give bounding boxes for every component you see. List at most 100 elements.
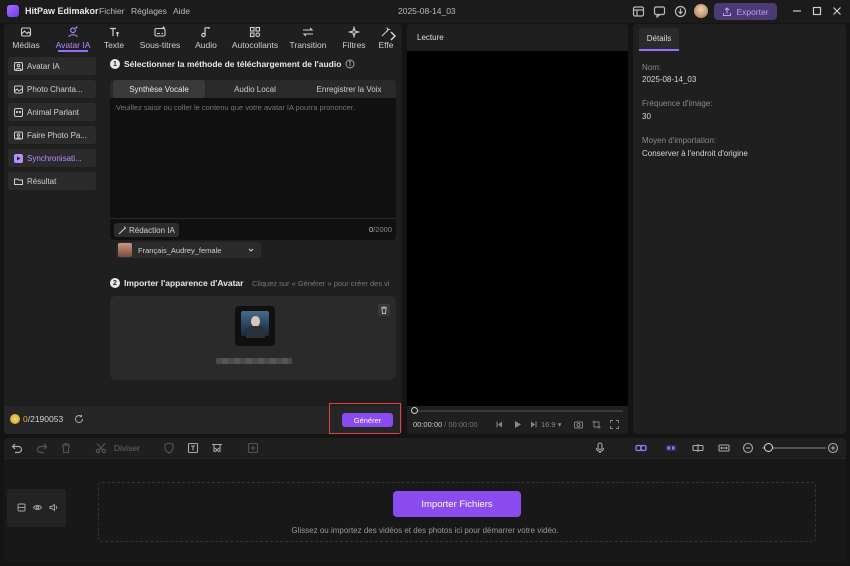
split-track-icon[interactable] (692, 442, 704, 454)
tab-medias[interactable]: Médias (9, 26, 43, 52)
import-files-button[interactable]: Importer Fichiers (393, 491, 521, 517)
text-box-icon[interactable] (187, 442, 199, 454)
import-mode-label: Moyen d'importation: (642, 136, 717, 145)
sidebar-item-animal-parlant[interactable]: Animal Parlant (8, 103, 96, 121)
feedback-icon[interactable] (653, 5, 666, 18)
user-avatar[interactable] (694, 4, 708, 18)
playback-scrubber[interactable] (413, 410, 623, 412)
tab-autocollants[interactable]: Autocollants (226, 26, 284, 52)
active-tab-indicator (58, 50, 88, 52)
refresh-icon[interactable] (74, 414, 84, 424)
animal-icon (14, 107, 23, 117)
tab-filtres[interactable]: Filtres (337, 26, 371, 52)
title-bar: HitPaw Edimakor Fichier Réglages Aide 20… (0, 0, 850, 23)
delete-icon[interactable] (60, 442, 72, 454)
fullscreen-icon[interactable] (610, 420, 619, 429)
scrubber-handle[interactable] (411, 407, 418, 414)
snapshot-icon[interactable] (574, 420, 583, 429)
prev-frame-icon[interactable] (495, 420, 504, 429)
tab-avatar-ia[interactable]: Avatar IA (51, 26, 95, 52)
link-icon[interactable] (635, 442, 647, 454)
trim-icon[interactable] (211, 442, 223, 454)
drop-hint: Glissez ou importez des vidéos et des ph… (291, 526, 559, 535)
shield-icon[interactable] (163, 442, 175, 454)
fit-width-icon[interactable] (718, 442, 730, 454)
add-track-icon[interactable] (247, 442, 259, 454)
script-textarea[interactable]: Veuillez saisir ou coller le contenu que… (116, 103, 355, 112)
sidebar-item-faire-photo-parler[interactable]: Faire Photo Pa... (8, 126, 96, 144)
stickers-icon (249, 26, 261, 38)
voice-select-value: Français_Audrey_female (138, 245, 222, 255)
filters-icon (348, 26, 360, 38)
sync-icon (14, 153, 23, 163)
lip-sync-content: 1 Sélectionner la méthode de téléchargem… (102, 52, 402, 434)
step2-number: 2 (110, 278, 120, 288)
redo-icon[interactable] (36, 442, 48, 454)
scissors-icon[interactable] (95, 442, 107, 454)
sidebar-item-photo-chantante[interactable]: Photo Chanta... (8, 80, 96, 98)
step1-title: 1 Sélectionner la méthode de téléchargem… (110, 59, 355, 69)
trash-icon[interactable] (378, 304, 390, 316)
sidebar-item-resultat[interactable]: Résultat (8, 172, 96, 190)
avatar-thumbnail[interactable] (235, 306, 275, 346)
next-frame-icon[interactable] (529, 420, 538, 429)
tab-synthese-vocale[interactable]: Synthèse Vocale (113, 80, 205, 98)
microphone-icon[interactable] (594, 442, 606, 454)
speaker-icon[interactable] (49, 503, 58, 512)
sidebar-item-synchronisation[interactable]: Synchronisati... (8, 149, 96, 167)
aspect-ratio-select[interactable]: 16:9 ▾ (541, 420, 561, 429)
eye-icon[interactable] (33, 503, 42, 512)
menu-aide[interactable]: Aide (173, 6, 190, 16)
layout-icon[interactable] (632, 5, 645, 18)
audio-input-box: Synthèse Vocale Audio Local Enregistrer … (110, 80, 396, 240)
photo-icon (14, 85, 23, 93)
tab-texte[interactable]: Texte (99, 26, 129, 52)
ai-avatar-icon (68, 26, 78, 38)
name-value: 2025-08-14_03 (642, 75, 697, 84)
left-panel: Médias Avatar IA Texte Sous-titres Audio… (4, 24, 402, 434)
export-button[interactable]: Exporter (714, 3, 777, 20)
name-label: Nom: (642, 63, 662, 72)
tab-enregistrer-voix[interactable]: Enregistrer la Voix (302, 80, 396, 98)
menu-reglages[interactable]: Réglages (131, 6, 167, 16)
generate-button[interactable]: Générer (342, 413, 393, 427)
tab-audio-local[interactable]: Audio Local (208, 80, 302, 98)
magnet-icon[interactable] (665, 442, 677, 454)
zoom-slider-handle[interactable] (764, 443, 773, 452)
info-icon[interactable] (345, 59, 355, 69)
timeline: Importer Fichiers Glissez ou importez de… (4, 458, 846, 562)
track-header (7, 489, 66, 527)
fps-value: 30 (642, 112, 651, 121)
maximize-icon[interactable] (811, 5, 823, 17)
zoom-out-icon[interactable] (742, 442, 754, 454)
ai-writing-button[interactable]: Rédaction IA (114, 223, 179, 237)
chevron-right-icon[interactable] (388, 30, 398, 42)
transition-icon (302, 27, 314, 37)
close-icon[interactable] (831, 5, 843, 17)
crop-icon[interactable] (592, 420, 601, 429)
magic-pen-icon (118, 225, 127, 234)
minimize-icon[interactable] (791, 5, 803, 17)
zoom-in-icon[interactable] (827, 442, 839, 454)
split-button[interactable]: Diviser (114, 443, 140, 453)
step2-hint: Cliquez sur « Générer » pour créer des v… (252, 279, 390, 288)
playback-time: 00:00:00 / 00:00:00 (413, 420, 478, 429)
music-note-icon (201, 26, 210, 38)
download-icon[interactable] (674, 5, 687, 18)
voice-select[interactable]: Français_Audrey_female (116, 242, 261, 258)
step2-title: 2 Importer l'apparence d'Avatar (110, 278, 243, 288)
app-name: HitPaw Edimakor (25, 6, 99, 16)
tab-transition[interactable]: Transition (288, 26, 328, 52)
undo-icon[interactable] (11, 442, 23, 454)
menu-fichier[interactable]: Fichier (99, 6, 125, 16)
tab-sous-titres[interactable]: Sous-titres (135, 26, 185, 52)
track-video-icon[interactable] (17, 503, 26, 512)
tab-audio[interactable]: Audio (191, 26, 221, 52)
details-panel: Détails Nom: 2025-08-14_03 Fréquence d'i… (633, 24, 846, 434)
main-toolbar: Médias Avatar IA Texte Sous-titres Audio… (4, 24, 402, 52)
photo-talk-icon (14, 131, 23, 139)
sidebar-item-avatar-ia[interactable]: Avatar IA (8, 57, 96, 75)
tab-details[interactable]: Détails (639, 28, 679, 51)
avatar-drop-box[interactable] (110, 296, 396, 380)
play-icon[interactable] (513, 420, 522, 429)
